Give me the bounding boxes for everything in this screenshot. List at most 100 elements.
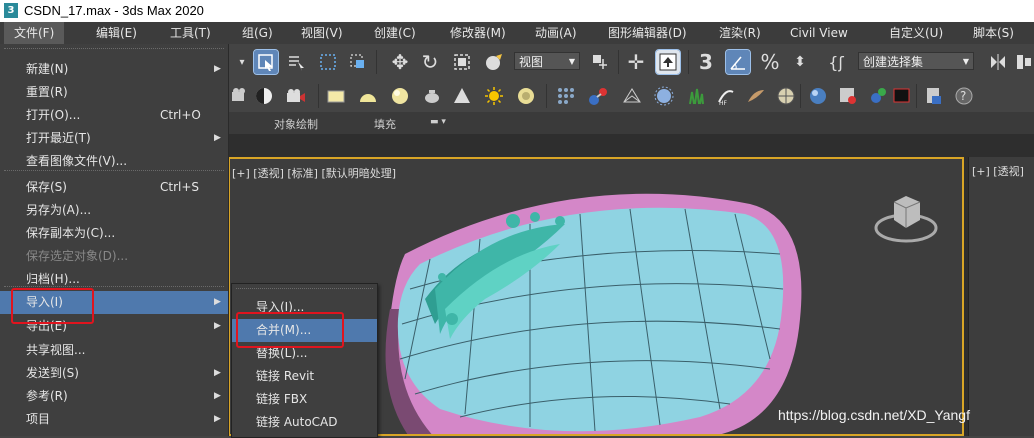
disc-icon[interactable] (514, 84, 538, 108)
material-map-icon[interactable] (866, 84, 890, 108)
ribbon-tab-populate[interactable]: 填充 (374, 116, 396, 132)
perspective-viewport-2[interactable]: [+] [透视] (968, 157, 1034, 436)
submenu-arrow-icon: ▶ (214, 414, 221, 424)
render-setup-icon[interactable] (922, 84, 946, 108)
file-menu-item-label: 查看图像文件(V)... (26, 154, 128, 168)
menu-item-7[interactable]: 动画(A) (525, 22, 587, 44)
file-menu-item-label: 保存副本为(C)... (26, 226, 116, 240)
view-cube-icon[interactable] (872, 188, 942, 248)
annotation-import-box (11, 288, 94, 324)
window-crossing-icon[interactable] (346, 50, 370, 74)
import-submenu-item[interactable]: 链接 AutoCAD (232, 411, 377, 434)
particle-grid-icon[interactable] (554, 84, 578, 108)
hair-fur-icon[interactable]: HF (714, 84, 738, 108)
file-menu-item[interactable]: 参考(R) ▶ (0, 385, 228, 408)
file-menu-item[interactable]: 打开最近(T) ▶ (0, 127, 228, 150)
menu-item-9[interactable]: 渲染(R) (709, 22, 771, 44)
teapot-icon[interactable] (420, 84, 444, 108)
ribbon-tab-object-paint[interactable]: 对象绘制 (274, 116, 318, 132)
envelope-pyramid-icon[interactable] (620, 84, 644, 108)
spinner-snap-icon[interactable]: ⬍ (788, 50, 812, 74)
file-menu-item[interactable]: 另存为(A)... (0, 199, 228, 222)
menu-bar: 文件(F) 编辑(E) 工具(T) 组(G) 视图(V) 创建(C) 修改器(M) 动画(A)… (0, 22, 1034, 45)
scale-icon[interactable] (450, 50, 474, 74)
material-editor-icon[interactable] (836, 84, 860, 108)
select-manipulate-icon[interactable]: ✛ (624, 50, 648, 74)
video-camera-icon[interactable] (284, 84, 308, 108)
file-menu-item[interactable]: 发送到(S) ▶ (0, 362, 228, 385)
material-sphere-icon[interactable] (806, 84, 830, 108)
file-menu-item[interactable]: 查看图像文件(V)... (0, 150, 228, 173)
dropdown-arrow-icon[interactable]: ▾ (230, 50, 254, 74)
menu-item-3[interactable]: 组(G) (232, 22, 283, 44)
pivot-center-icon[interactable] (588, 50, 612, 74)
menu-item-4[interactable]: 视图(V) (291, 22, 353, 44)
menu-item-11[interactable]: 自定义(U) (879, 22, 953, 44)
reference-coordinate-dropdown[interactable]: 视图 ▼ (514, 52, 580, 70)
feather-icon[interactable] (744, 84, 768, 108)
main-toolbar: ▾ ✥ ↻ 视图 ▼ ✛ 3 % ⬍ {ʃ 创建选择集 ▼ (228, 44, 1034, 81)
submenu-arrow-icon: ▶ (214, 368, 221, 378)
menu-item-1[interactable]: 编辑(E) (86, 22, 147, 44)
menu-item-10[interactable]: Civil View (780, 22, 858, 44)
menu-item-8[interactable]: 图形编辑器(D) (598, 22, 697, 44)
title-bar: 3 CSDN_17.max - 3ds Max 2020 (0, 0, 1034, 22)
angle-snap-icon[interactable] (725, 49, 751, 75)
menu-item-12[interactable]: 脚本(S) (963, 22, 1024, 44)
import-submenu-item[interactable]: 链接 Revit (232, 365, 377, 388)
menu-item-2[interactable]: 工具(T) (160, 22, 221, 44)
object-toolbar: HF ? (228, 80, 1034, 113)
file-menu-item[interactable]: 打开(O)... Ctrl+O (0, 104, 228, 127)
annotation-merge-box (236, 312, 344, 348)
sphere-mesh-icon[interactable] (774, 84, 798, 108)
select-by-name-icon[interactable] (284, 50, 308, 74)
cone-icon[interactable] (450, 84, 474, 108)
move-icon[interactable]: ✥ (388, 50, 412, 74)
svg-text:HF: HF (719, 100, 728, 106)
select-object-icon[interactable] (253, 49, 279, 75)
submenu-arrow-icon: ▶ (214, 133, 221, 143)
molecule-icon[interactable] (586, 84, 610, 108)
file-menu-item[interactable]: 保存副本为(C)... (0, 222, 228, 245)
file-menu-item[interactable]: 新建(N) ▶ (0, 58, 228, 81)
file-menu-item-label: 另存为(A)... (26, 203, 92, 217)
named-selection-icon[interactable]: {ʃ (824, 50, 848, 74)
percent-snap-icon[interactable]: % (758, 50, 782, 74)
file-menu-item[interactable]: 保存(S) Ctrl+S (0, 176, 228, 199)
import-submenu-item-label: 链接 FBX (256, 392, 308, 406)
file-menu-item-label: 打开最近(T) (26, 131, 91, 145)
submenu-arrow-icon: ▶ (214, 297, 221, 307)
light-sphere-icon[interactable] (252, 84, 276, 108)
menu-item-6[interactable]: 修改器(M) (440, 22, 516, 44)
hemisphere-icon[interactable] (356, 84, 380, 108)
ribbon-options-icon[interactable]: ▬ ▾ (430, 117, 446, 127)
viewport-label-2[interactable]: [+] [透视] (972, 163, 1024, 179)
file-menu-item[interactable]: 共享视图... (0, 339, 228, 362)
submenu-arrow-icon: ▶ (214, 321, 221, 331)
menu-item-5[interactable]: 创建(C) (364, 22, 426, 44)
sphere-icon[interactable] (388, 84, 412, 108)
app-icon: 3 (4, 3, 18, 18)
placement-icon[interactable] (482, 50, 506, 74)
rectangle-selection-icon[interactable] (316, 50, 340, 74)
file-menu-item-label: 保存选定对象(D)... (26, 249, 129, 263)
file-menu-item[interactable]: 重置(R) (0, 81, 228, 104)
file-menu-item-label: 参考(R) (26, 389, 68, 403)
snap-toggle-icon[interactable]: 3 (694, 50, 718, 74)
file-menu-item[interactable]: 项目 ▶ (0, 408, 228, 431)
plane-icon[interactable] (324, 84, 348, 108)
align-icon[interactable] (1012, 50, 1034, 74)
grass-icon[interactable] (684, 84, 708, 108)
camera-icon[interactable] (228, 84, 252, 108)
named-selection-set-dropdown[interactable]: 创建选择集 ▼ (858, 52, 974, 70)
mirror-icon[interactable] (986, 50, 1010, 74)
help-icon[interactable]: ? (952, 84, 976, 108)
rotate-icon[interactable]: ↻ (418, 50, 442, 74)
submenu-arrow-icon: ▶ (214, 391, 221, 401)
import-submenu-item[interactable]: 链接 FBX (232, 388, 377, 411)
keyboard-shortcut-override-icon[interactable] (655, 49, 681, 75)
menu-item-0[interactable]: 文件(F) (4, 22, 65, 44)
sun-icon[interactable] (482, 84, 506, 108)
render-frame-icon[interactable] (890, 84, 914, 108)
gear-sphere-icon[interactable] (652, 84, 676, 108)
